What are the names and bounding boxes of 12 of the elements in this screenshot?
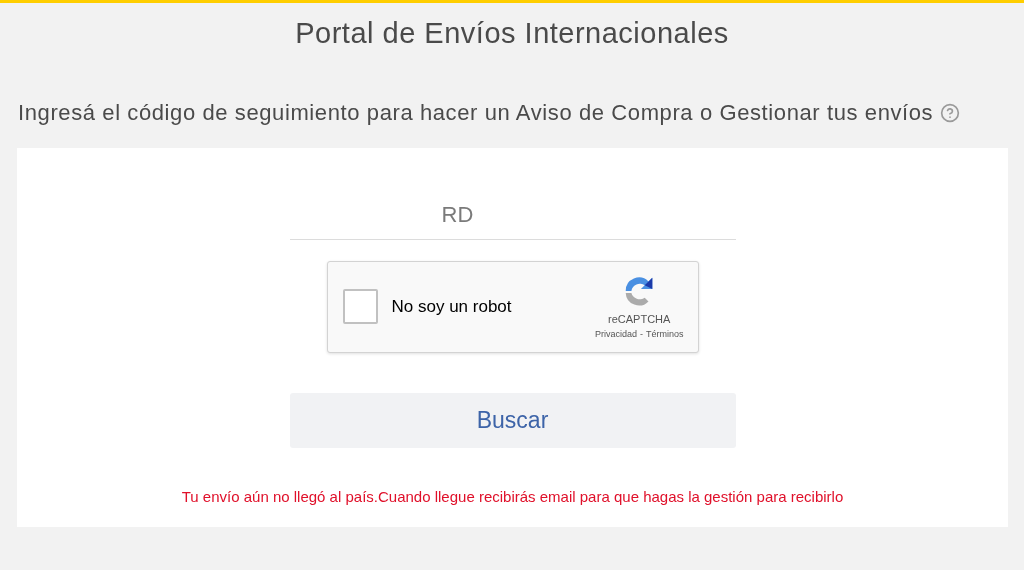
instruction-text: Ingresá el código de seguimiento para hacer un Aviso de Compra o Gestionar tus envíos [18,99,934,125]
captcha-brand: reCAPTCHA [608,311,671,327]
status-message: Tu envío aún no llegó al país.Cuando llegue recibirás email para que hagas la gestión para recibirlo [181,486,844,507]
tracking-code-field[interactable]: RD [289,191,736,240]
search-button[interactable]: Buscar [289,392,736,448]
page-title: Portal de Envíos Internacionales [295,16,729,51]
captcha-label: No soy un robot [391,295,512,318]
link-separator: - [640,328,643,341]
privacy-link[interactable]: Privacidad [594,328,637,342]
help-icon[interactable] [939,102,960,123]
terms-link[interactable]: Términos [646,328,684,342]
captcha-checkbox[interactable] [342,289,378,324]
